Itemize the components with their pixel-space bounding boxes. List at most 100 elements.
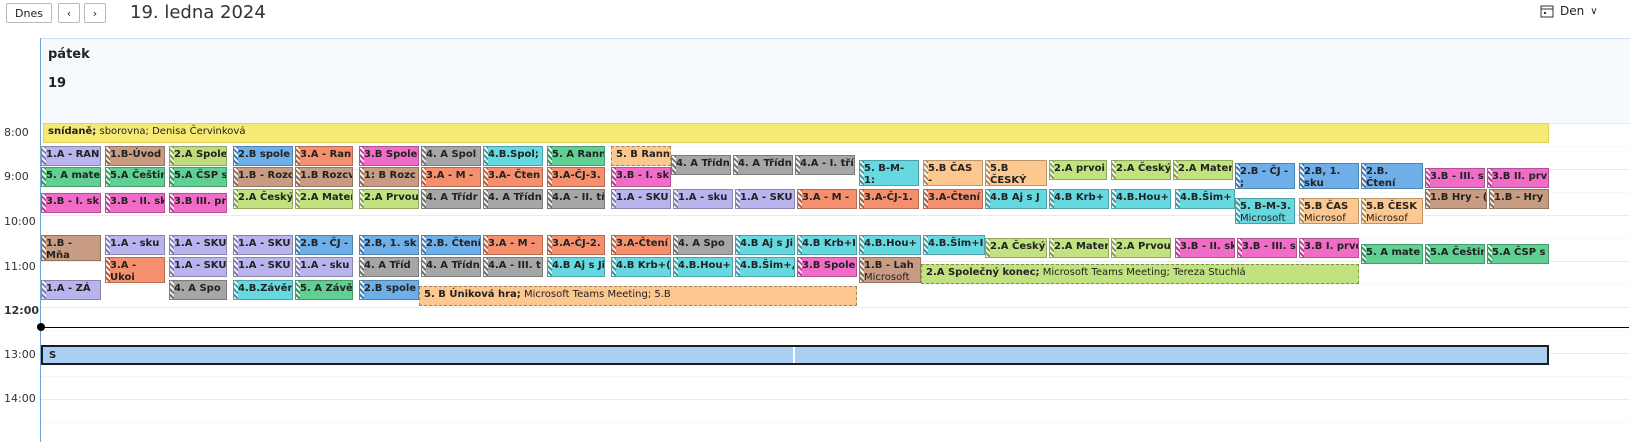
calendar-event[interactable]: 1.A - SKU [611, 189, 671, 209]
calendar-event[interactable]: 3.A- Čten [483, 167, 543, 187]
calendar-event[interactable]: 2.A Mater [1173, 160, 1233, 180]
calendar-event[interactable]: 4. A Třídn [671, 155, 731, 175]
calendar-event[interactable]: 1.A - RAN [41, 146, 101, 166]
calendar-event[interactable]: 3.A-ČJ-3. [547, 167, 605, 187]
calendar-event[interactable]: 3.A-Čtení [923, 189, 983, 209]
calendar-event[interactable]: 2.A Společný konec; Microsoft Teams Meet… [921, 264, 1359, 284]
calendar-event[interactable]: 2.B. ČteníMicrosoft [1361, 163, 1423, 189]
calendar-event[interactable]: 2.A Český [1111, 160, 1171, 180]
calendar-event[interactable]: 1.A - SKU [169, 257, 227, 277]
calendar-event[interactable]: 2.A Mater [295, 189, 353, 209]
calendar-event[interactable]: 1.B-Úvod [105, 146, 165, 166]
calendar-event[interactable]: 1.A - sku [105, 235, 165, 255]
calendar-event[interactable]: 3.B - II. sk [105, 193, 165, 213]
calendar-event[interactable]: 5.B ČESK Microsof [1361, 198, 1423, 224]
calendar-event[interactable]: 3.A - Rann [295, 146, 353, 166]
calendar-event[interactable]: 3.B - I. sk. [611, 167, 671, 187]
day-number[interactable]: 19 [48, 76, 66, 91]
calendar-event[interactable]: 3.A - M - [797, 189, 857, 209]
calendar-event[interactable]: 1.B - MňaMicrosoft [41, 235, 101, 261]
calendar-event[interactable]: 2.B - ČJ - [295, 235, 353, 255]
calendar-event[interactable]: 4.A - I. tří [795, 155, 855, 175]
calendar-event[interactable]: 1.A - SKU [735, 189, 795, 209]
calendar-event[interactable]: 5.B ČAS -Microsoft [923, 160, 983, 186]
previous-day-button[interactable]: ‹ [58, 3, 80, 23]
view-switcher[interactable]: Den ∨ [1540, 4, 1598, 18]
calendar-event[interactable]: 3.A-ČJ-2. [547, 235, 605, 255]
calendar-event[interactable]: 4.B Krb+ [1049, 189, 1109, 209]
calendar-event[interactable]: 3.B III. prv [169, 193, 227, 213]
today-button[interactable]: Dnes [6, 3, 52, 23]
allday-event-breakfast[interactable]: snídaně; sborovna; Denisa Červinková [43, 123, 1549, 143]
calendar-event[interactable]: 1.B Rozcv [295, 167, 353, 187]
calendar-event[interactable]: 2.B spole [233, 146, 293, 166]
calendar-event[interactable]: 5. B Úniková hra; Microsoft Teams Meetin… [419, 286, 857, 306]
calendar-event[interactable]: 2.A Český [985, 238, 1047, 258]
calendar-event[interactable]: 2.B. Čtení [421, 235, 481, 255]
calendar-event[interactable]: 3.B - III. sk [1425, 168, 1485, 188]
calendar-event[interactable]: 3.B Spole [797, 257, 857, 277]
calendar-event[interactable]: 5. B-M-1:Microsoft [859, 160, 919, 186]
calendar-event[interactable]: 1.A - SKU [169, 235, 227, 255]
calendar-event[interactable]: 1.A - ZÁ [41, 280, 101, 300]
calendar-event[interactable]: 2.A Spole [169, 146, 227, 166]
calendar-event[interactable]: 4. A Třídr [421, 189, 481, 209]
calendar-event[interactable]: 3.A-ČJ-1. [859, 189, 919, 209]
calendar-event[interactable]: 5. A Závě [295, 280, 353, 300]
calendar-event[interactable]: 3.A-Čtení [611, 235, 671, 255]
calendar-event[interactable]: 2.B, 1. skuMicrosoft [1299, 163, 1359, 189]
calendar-event[interactable]: 4.B Aj s J [985, 189, 1047, 209]
calendar-event[interactable]: 1: B Rozc [359, 167, 419, 187]
calendar-event[interactable]: 4.B.Šim+ [1175, 189, 1235, 209]
calendar-event[interactable]: 5. B-M-3. Microsoft [1235, 198, 1295, 224]
calendar-event[interactable]: 4.A - II. tří [547, 189, 605, 209]
calendar-event[interactable]: 5.A ČSP s [169, 167, 227, 187]
calendar-event[interactable]: 2.B - ČJ - ;Microsoft [1235, 163, 1295, 189]
calendar-event[interactable]: 3.A - M - [421, 167, 481, 187]
calendar-event[interactable]: 4.B.Hou+ [673, 257, 733, 277]
calendar-event[interactable]: 2.A Prvou [1111, 238, 1171, 258]
calendar-event[interactable]: 1.A - sku [295, 257, 353, 277]
calendar-event[interactable]: 1.A - sku [673, 189, 733, 209]
calendar-event[interactable]: 2.B spole [359, 280, 419, 300]
selected-time-slot[interactable]: S [41, 345, 1549, 365]
calendar-event[interactable]: 3.B II. prv [1487, 168, 1549, 188]
calendar-event[interactable]: 1.B Hry - ( [1425, 189, 1487, 209]
calendar-event[interactable]: 3.B Spole [359, 146, 419, 166]
calendar-event[interactable]: 4.B.Hou+ [1111, 189, 1171, 209]
calendar-event[interactable]: 3.A - M - [483, 235, 543, 255]
calendar-event[interactable]: 4. A Spol [421, 146, 481, 166]
next-day-button[interactable]: › [84, 3, 106, 23]
calendar-event[interactable]: 4.B.Hou+ [859, 235, 921, 255]
calendar-event[interactable]: 3.B - I. sk [41, 193, 101, 213]
calendar-event[interactable]: 5.B ČESKÝMicrosof [985, 160, 1047, 186]
calendar-event[interactable]: 4.B Aj s Ji [547, 257, 605, 277]
calendar-event[interactable]: 2.A Mater [1049, 238, 1109, 258]
calendar-event[interactable]: 1.B - Rozc [233, 167, 293, 187]
calendar-event[interactable]: 4.B Krb+( [611, 257, 671, 277]
calendar-event[interactable]: 4.B.Spol; [483, 146, 543, 166]
calendar-event[interactable]: 3.A - UkoiMicrosoft [105, 257, 165, 283]
calendar-event[interactable]: 4. A Třídn [733, 155, 793, 175]
calendar-event[interactable]: 5.B ČAS Microsof [1299, 198, 1359, 224]
calendar-event[interactable]: 4. A Třídn [483, 189, 543, 209]
calendar-event[interactable]: 4. A Spo [673, 235, 733, 255]
calendar-event[interactable]: 5.A ČSP s [1487, 244, 1549, 264]
calendar-event[interactable]: 4.A - III. t [483, 257, 543, 277]
calendar-event[interactable]: 2.A Český [233, 189, 293, 209]
calendar-event[interactable]: 3.B - II. sk [1175, 238, 1235, 258]
calendar-event[interactable]: 1.A - SKU [233, 235, 293, 255]
calendar-event[interactable]: 5. B Rann [611, 146, 671, 166]
calendar-event[interactable]: 3.B I. prvo [1299, 238, 1359, 258]
calendar-event[interactable]: 1.A - SKU [233, 257, 293, 277]
calendar-event[interactable]: 4.B Aj s Ji [735, 235, 795, 255]
calendar-event[interactable]: 4.B Krb+I [797, 235, 857, 255]
calendar-event[interactable]: 1.B - Hry [1489, 189, 1549, 209]
calendar-event[interactable]: 4. A Tříd [359, 257, 419, 277]
calendar-event[interactable]: 4.B.Šim+, [735, 257, 795, 277]
calendar-event[interactable]: 5. A mate [1361, 244, 1423, 264]
calendar-event[interactable]: 5.A Češtin [105, 167, 165, 187]
calendar-event[interactable]: 2.A Prvou [359, 189, 419, 209]
calendar-event[interactable]: 4. A Spo [169, 280, 227, 300]
calendar-event[interactable]: 5.A Češtin [1425, 244, 1485, 264]
